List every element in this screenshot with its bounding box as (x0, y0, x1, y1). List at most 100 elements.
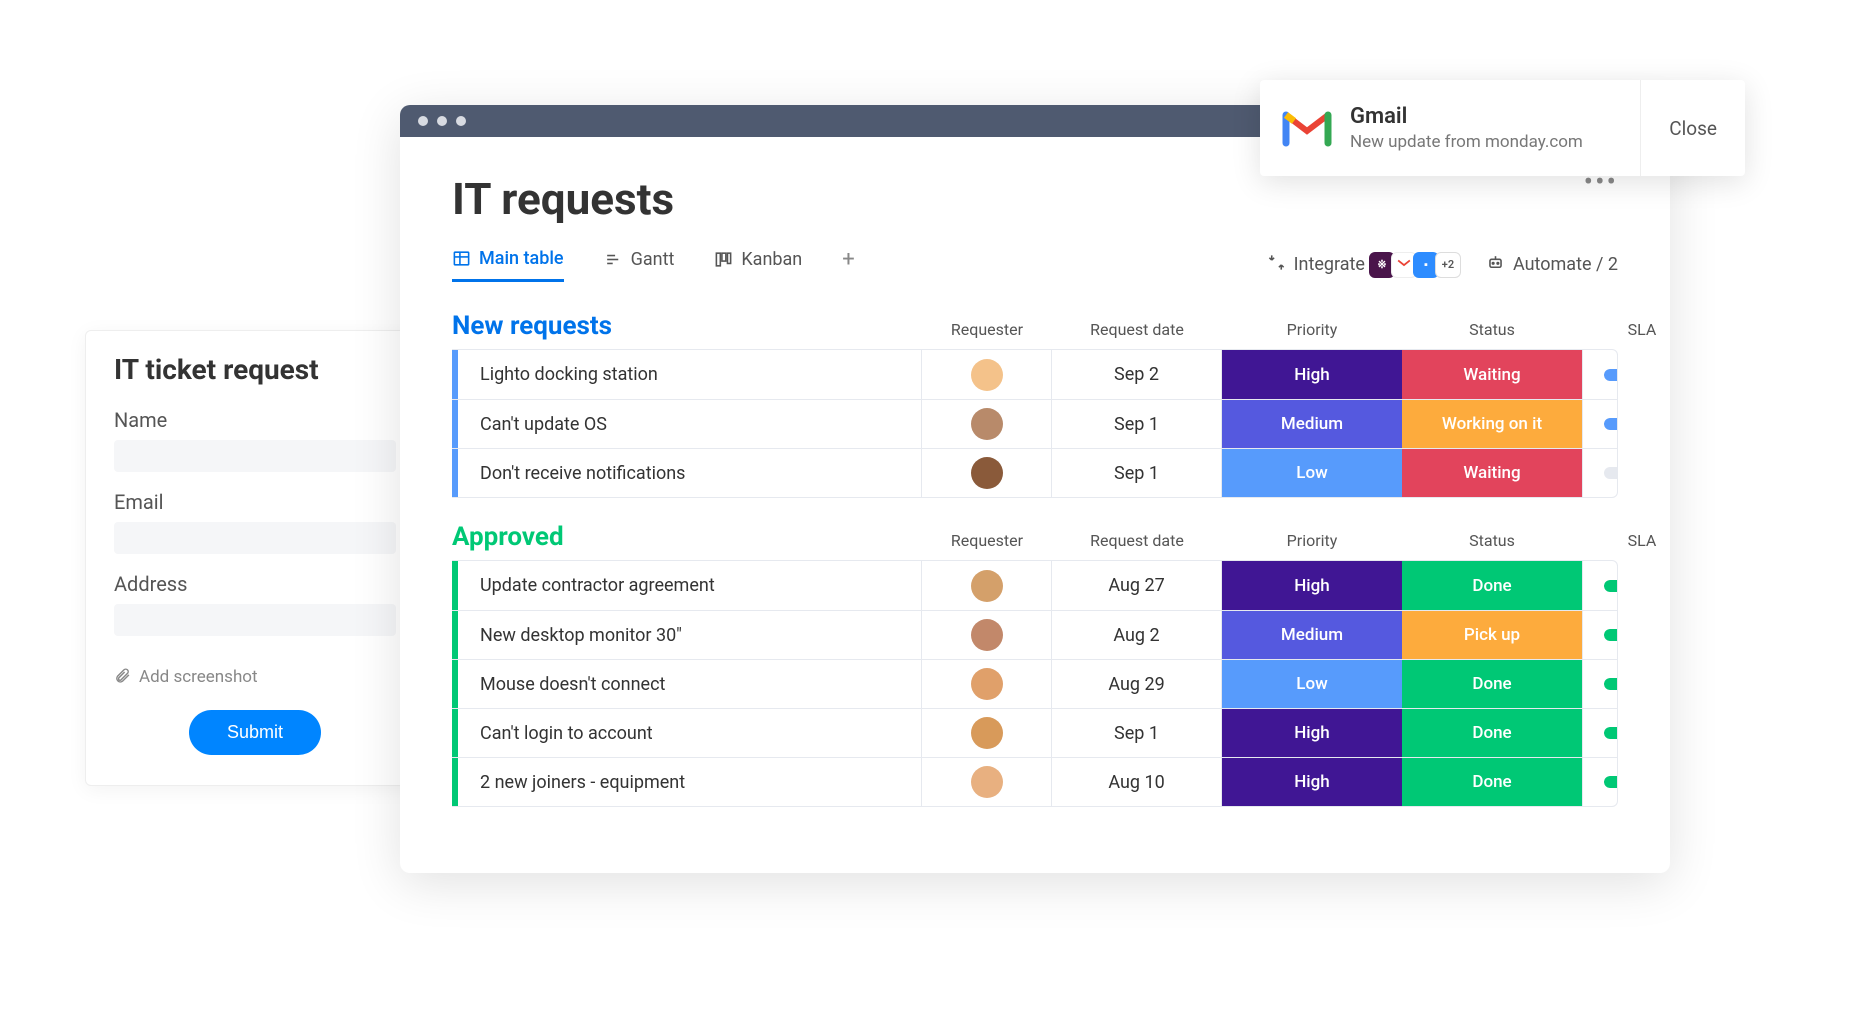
group-title[interactable]: New requests (452, 311, 922, 345)
avatar (971, 457, 1003, 489)
tab-gantt[interactable]: Gantt (604, 249, 675, 280)
form-title: IT ticket request (114, 353, 396, 386)
status-cell[interactable]: Waiting (1402, 449, 1582, 497)
requester-cell[interactable] (922, 561, 1052, 610)
tab-kanban[interactable]: Kanban (714, 249, 802, 280)
field-label-email: Email (114, 490, 396, 514)
table-row[interactable]: Can't login to account Sep 1HighDone (452, 708, 1617, 757)
sla-cell[interactable] (1582, 611, 1618, 659)
sla-cell[interactable] (1582, 660, 1618, 708)
table-row[interactable]: Don't receive notifications Sep 1LowWaiti… (452, 448, 1617, 497)
item-name-cell[interactable]: Can't login to account (452, 709, 922, 757)
priority-cell[interactable]: High (1222, 561, 1402, 610)
requester-cell[interactable] (922, 611, 1052, 659)
notification-subtitle: New update from monday.com (1350, 132, 1640, 152)
paperclip-icon (114, 666, 131, 688)
address-input[interactable] (114, 604, 396, 636)
automate-button[interactable]: Automate / 2 (1486, 253, 1618, 277)
tab-main-table[interactable]: Main table (452, 248, 564, 282)
sla-cell[interactable] (1582, 561, 1618, 610)
robot-icon (1486, 253, 1505, 277)
priority-cell[interactable]: Medium (1222, 400, 1402, 448)
item-name-cell[interactable]: Don't receive notifications (452, 449, 922, 497)
group-title[interactable]: Approved (452, 522, 922, 556)
date-cell[interactable]: Aug 29 (1052, 660, 1222, 708)
requester-cell[interactable] (922, 709, 1052, 757)
priority-cell[interactable]: Low (1222, 449, 1402, 497)
window-dot (456, 116, 466, 126)
item-name-cell[interactable]: Update contractor agreement (452, 561, 922, 610)
add-screenshot-button[interactable]: Add screenshot (114, 666, 396, 688)
add-view-button[interactable]: + (842, 247, 854, 282)
requester-cell[interactable] (922, 400, 1052, 448)
table-row[interactable]: Lighto docking station Sep 2HighWaiting (452, 350, 1617, 399)
notification-close-button[interactable]: Close (1640, 80, 1745, 176)
avatar (971, 359, 1003, 391)
group-new: New requestsRequesterRequest datePriorit… (452, 311, 1618, 498)
avatar (971, 668, 1003, 700)
kanban-icon (714, 250, 733, 269)
field-label-name: Name (114, 408, 396, 432)
date-cell[interactable]: Sep 1 (1052, 449, 1222, 497)
submit-button[interactable]: Submit (189, 710, 321, 755)
date-cell[interactable]: Aug 2 (1052, 611, 1222, 659)
integrate-label: Integrate (1294, 254, 1365, 275)
requester-cell[interactable] (922, 350, 1052, 399)
col-status: Status (1402, 531, 1582, 556)
add-screenshot-label: Add screenshot (139, 667, 258, 687)
date-cell[interactable]: Aug 27 (1052, 561, 1222, 610)
sla-cell[interactable] (1582, 758, 1618, 806)
automate-label: Automate / 2 (1513, 254, 1618, 275)
date-cell[interactable]: Aug 10 (1052, 758, 1222, 806)
view-tabs: Main table Gantt Kanban + (452, 247, 1618, 283)
priority-cell[interactable]: Medium (1222, 611, 1402, 659)
field-label-address: Address (114, 572, 396, 596)
date-cell[interactable]: Sep 1 (1052, 400, 1222, 448)
table-row[interactable]: Update contractor agreement Aug 27HighDon… (452, 561, 1617, 610)
avatar (971, 570, 1003, 602)
name-input[interactable] (114, 440, 396, 472)
integrate-icon (1267, 253, 1286, 277)
sla-cell[interactable] (1582, 709, 1618, 757)
sla-cell[interactable] (1582, 449, 1618, 497)
gantt-icon (604, 250, 623, 269)
status-cell[interactable]: Done (1402, 758, 1582, 806)
requester-cell[interactable] (922, 449, 1052, 497)
status-cell[interactable]: Working on it (1402, 400, 1582, 448)
email-input[interactable] (114, 522, 396, 554)
table-row[interactable]: New desktop monitor 30" Aug 2MediumPick u… (452, 610, 1617, 659)
priority-cell[interactable]: High (1222, 758, 1402, 806)
ticket-form-card: IT ticket request Name Email Address Add… (85, 330, 425, 786)
table-row[interactable]: 2 new joiners - equipment Aug 10HighDone (452, 757, 1617, 806)
item-name-cell[interactable]: Lighto docking station (452, 350, 922, 399)
avatar (971, 717, 1003, 749)
priority-cell[interactable]: Low (1222, 660, 1402, 708)
col-status: Status (1402, 320, 1582, 345)
col-requester: Requester (922, 320, 1052, 345)
col-date: Request date (1052, 320, 1222, 345)
table-row[interactable]: Can't update OS Sep 1MediumWorking on it (452, 399, 1617, 448)
item-name-cell[interactable]: Mouse doesn't connect (452, 660, 922, 708)
date-cell[interactable]: Sep 2 (1052, 350, 1222, 399)
integrate-button[interactable]: Integrate ※ ▪ +2 (1267, 252, 1461, 278)
sla-cell[interactable] (1582, 350, 1618, 399)
requester-cell[interactable] (922, 660, 1052, 708)
status-cell[interactable]: Pick up (1402, 611, 1582, 659)
status-cell[interactable]: Done (1402, 660, 1582, 708)
item-name-cell[interactable]: Can't update OS (452, 400, 922, 448)
col-date: Request date (1052, 531, 1222, 556)
tab-kanban-label: Kanban (741, 249, 802, 270)
status-cell[interactable]: Done (1402, 709, 1582, 757)
sla-cell[interactable] (1582, 400, 1618, 448)
item-name-cell[interactable]: 2 new joiners - equipment (452, 758, 922, 806)
status-cell[interactable]: Done (1402, 561, 1582, 610)
col-priority: Priority (1222, 320, 1402, 345)
table-row[interactable]: Mouse doesn't connect Aug 29LowDone (452, 659, 1617, 708)
item-name-cell[interactable]: New desktop monitor 30" (452, 611, 922, 659)
date-cell[interactable]: Sep 1 (1052, 709, 1222, 757)
tab-gantt-label: Gantt (631, 249, 675, 270)
priority-cell[interactable]: High (1222, 709, 1402, 757)
priority-cell[interactable]: High (1222, 350, 1402, 399)
requester-cell[interactable] (922, 758, 1052, 806)
status-cell[interactable]: Waiting (1402, 350, 1582, 399)
